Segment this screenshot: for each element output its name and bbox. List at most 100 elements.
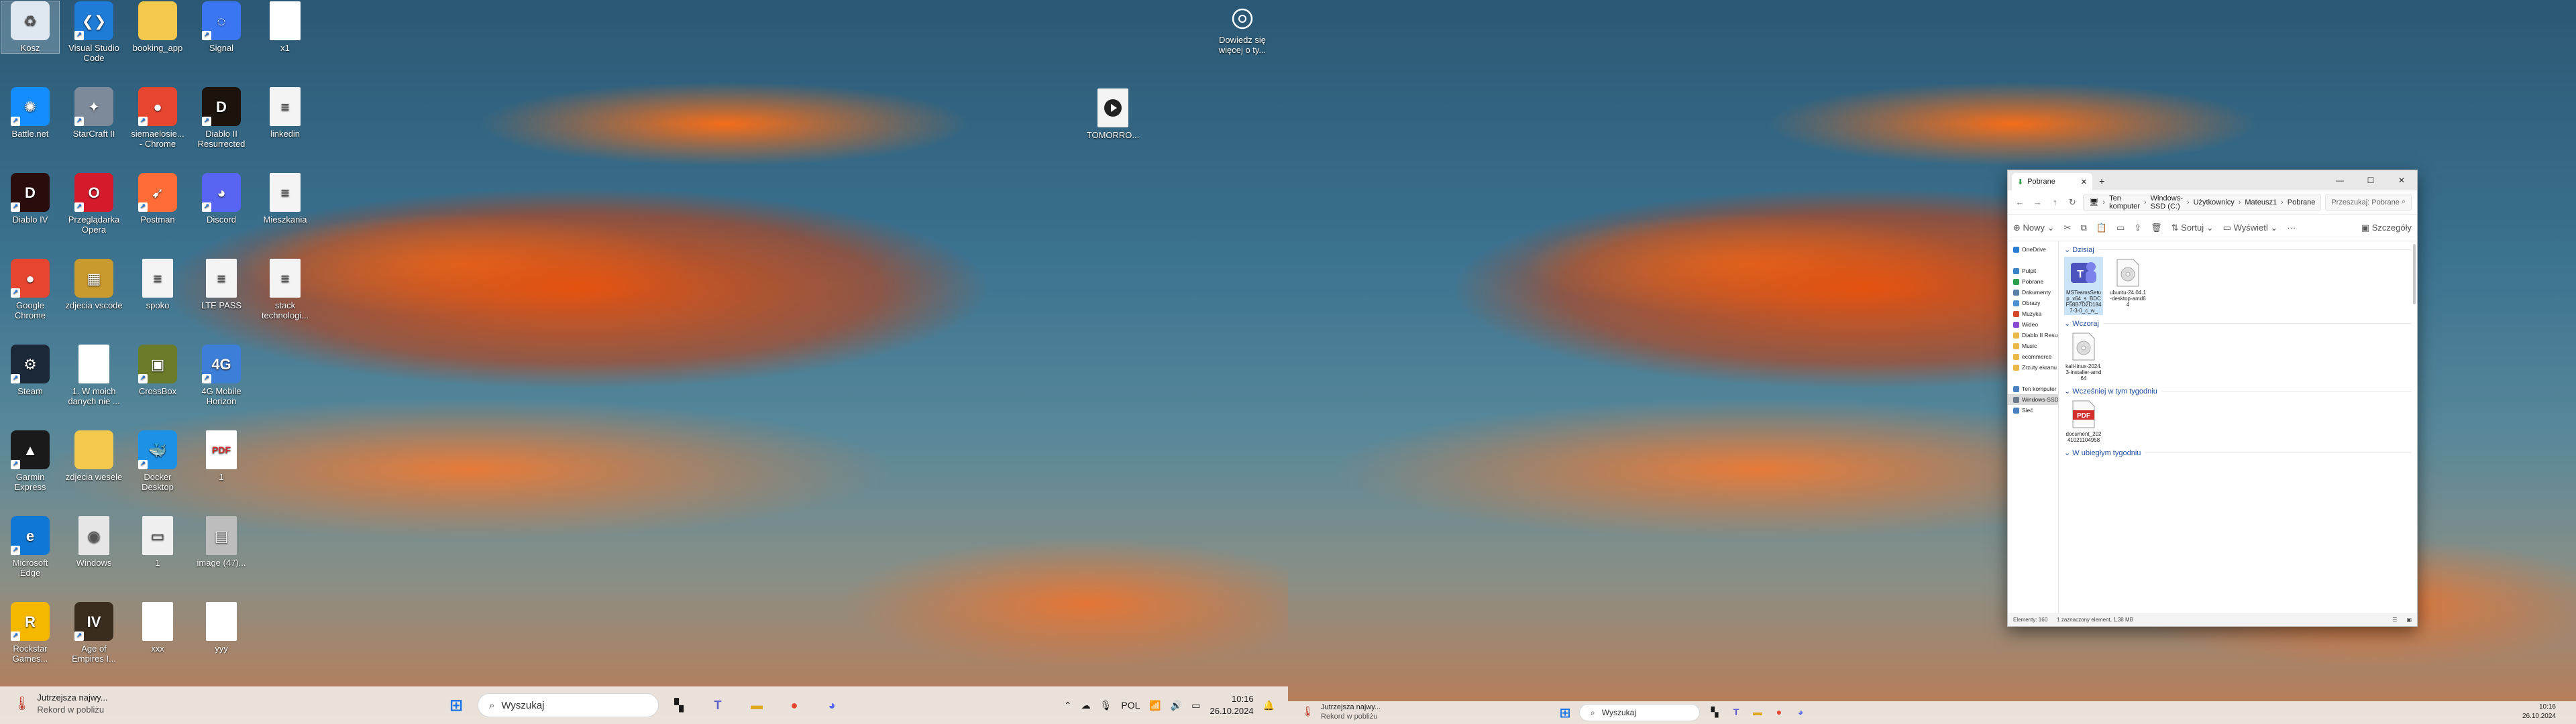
file-explorer-taskbar-button[interactable]: ▬ (745, 693, 769, 717)
discord-taskbar-button[interactable]: ◕ (1791, 703, 1810, 721)
task-view-button[interactable]: ▚ (1705, 703, 1724, 721)
file-item[interactable]: ubuntu-24.04.1-desktop-amd64 (2108, 257, 2147, 315)
desktop-icon-tomorrow[interactable]: TOMORRO... (1084, 88, 1142, 140)
desktop-icon[interactable]: ●↗siemaelosie... - Chrome (129, 87, 186, 149)
wifi-icon[interactable]: 📶 (1149, 700, 1161, 711)
scrollbar[interactable] (2413, 244, 2416, 304)
file-item[interactable]: TMSTeamsSetup_x64_s_BDCF58B7D2D1847-3-0_… (2064, 257, 2103, 315)
tile-view-icon[interactable]: ▣ (2406, 617, 2412, 623)
nav-pane-item[interactable]: ecommerce (2008, 351, 2058, 362)
nav-pane-item[interactable]: Obrazy (2008, 298, 2058, 308)
file-group-header[interactable]: ⌄ Dzisiaj (2064, 245, 2412, 254)
desktop-icon[interactable]: 1. W moich danych nie ... (65, 345, 123, 406)
desktop-icon[interactable]: xxx (129, 602, 186, 654)
notification-bell-icon[interactable]: 🔔 (1263, 700, 1275, 711)
maximize-icon[interactable]: ☐ (2355, 170, 2386, 190)
desktop-icon[interactable]: IV↗Age of Empires I... (65, 602, 123, 664)
taskbar-search-secondary[interactable]: ⌕ Wyszukaj (1579, 704, 1700, 721)
refresh-icon[interactable]: ↻ (2065, 194, 2079, 210)
breadcrumb-item[interactable]: Mateusz1 (2245, 198, 2277, 206)
cut-icon[interactable]: ✂ (2064, 223, 2072, 233)
nav-pane-item[interactable]: Windows-SSD (2008, 394, 2058, 405)
new-tab-icon[interactable]: + (2099, 176, 2104, 186)
explorer-tab[interactable]: ⬇ Pobrane ✕ (2012, 173, 2092, 190)
desktop-icon[interactable]: yyy (193, 602, 250, 654)
onedrive-icon[interactable]: ☁ (1081, 700, 1091, 711)
desktop-icon[interactable]: 🐳↗Docker Desktop (129, 430, 186, 492)
close-window-icon[interactable]: ✕ (2386, 170, 2417, 190)
desktop-icon[interactable]: ◌↗Signal (193, 1, 250, 53)
volume-icon[interactable]: 🔊 (1171, 700, 1182, 711)
breadcrumb-item[interactable]: Ten komputer (2109, 194, 2140, 210)
clock[interactable]: 10:16 26.10.2024 (1210, 693, 1253, 717)
copy-icon[interactable]: ⧉ (2080, 223, 2086, 233)
view-button[interactable]: ▭ Wyświetl ⌄ (2223, 223, 2278, 233)
desktop-icon[interactable]: ◕↗Discord (193, 173, 250, 225)
sort-button[interactable]: ⇅ Sortuj ⌄ (2171, 223, 2214, 233)
nav-pane-item[interactable]: Muzyka (2008, 308, 2058, 319)
mic-off-icon[interactable]: 🎙 (1100, 700, 1112, 711)
desktop-icon[interactable]: ❮❯↗Visual Studio Code (65, 1, 123, 63)
nav-pane-item[interactable]: Pobrane (2008, 276, 2058, 287)
desktop-icon[interactable]: O↗Przeglądarka Opera (65, 173, 123, 235)
breadcrumb[interactable]: 🖥 ›Ten komputer›Windows-SSD (C:)›Użytkow… (2083, 194, 2321, 211)
more-options-icon[interactable]: ··· (2287, 223, 2296, 233)
desktop-icon[interactable]: 4G↗4G Mobile Horizon (193, 345, 250, 406)
desktop-icon[interactable]: ≡linkedin (256, 87, 314, 139)
chrome-taskbar-button[interactable]: ● (1770, 703, 1788, 721)
file-item[interactable]: kali-linux-2024.3-installer-amd64 (2064, 330, 2103, 383)
desktop-icon[interactable]: D↗Diablo IV (1, 173, 59, 225)
chrome-taskbar-button[interactable]: ● (782, 693, 806, 717)
chevron-up-icon[interactable]: ⌃ (1064, 700, 1072, 711)
minimize-icon[interactable]: — (2324, 170, 2355, 190)
desktop-icon[interactable]: ≡stack technologi... (256, 259, 314, 320)
details-button[interactable]: ▣ Szczegóły (2361, 223, 2412, 233)
desktop-icon[interactable]: ▣↗CrossBox (129, 345, 186, 396)
desktop-icon[interactable]: ▲↗Garmin Express (1, 430, 59, 492)
file-item[interactable]: PDFdocument_20241021104958 (2064, 398, 2103, 444)
back-arrow-icon[interactable]: ← (2013, 194, 2027, 210)
desktop-icon[interactable]: ♻Kosz (1, 1, 59, 53)
file-group-header[interactable]: ⌄ Wczoraj (2064, 319, 2412, 328)
explorer-search-input[interactable]: Przeszukaj: Pobrane ⌕ (2325, 194, 2412, 211)
desktop-icon[interactable]: R↗Rockstar Games... (1, 602, 59, 664)
desktop-icon[interactable]: ➹↗Postman (129, 173, 186, 225)
taskbar-search[interactable]: ⌕ Wyszukaj (478, 693, 659, 717)
weather-widget[interactable]: 🌡 Jutrzejsza najwy... Rekord w pobliżu (13, 692, 108, 716)
nav-pane-item[interactable]: Pulpit (2008, 265, 2058, 276)
desktop-icon[interactable]: ⚙↗Steam (1, 345, 59, 396)
spotlight-widget[interactable]: Dowiedz się więcej o ty... (1212, 5, 1273, 55)
nav-pane-item[interactable]: Diablo II Resurre (2008, 330, 2058, 341)
discord-taskbar-button[interactable]: ◕ (820, 693, 844, 717)
nav-pane-item[interactable]: Ten komputer (2008, 383, 2058, 394)
desktop-icon[interactable]: ≡Mieszkania (256, 173, 314, 225)
teams-taskbar-button[interactable]: T (1727, 703, 1746, 721)
desktop-icon[interactable]: zdjecia wesele (65, 430, 123, 482)
breadcrumb-item[interactable]: Pobrane (2288, 198, 2316, 206)
new-button[interactable]: ⊕ Nowy ⌄ (2013, 223, 2055, 233)
desktop-icon[interactable]: ≡spoko (129, 259, 186, 310)
delete-icon[interactable]: 🗑 (2151, 223, 2162, 233)
up-arrow-icon[interactable]: ↑ (2048, 194, 2061, 210)
desktop-icon[interactable]: D↗Diablo II Resurrected (193, 87, 250, 149)
start-button[interactable]: ⊞ (1555, 703, 1575, 723)
desktop-icon[interactable]: ▦zdjecia vscode (65, 259, 123, 310)
file-explorer-taskbar-button[interactable]: ▬ (1748, 703, 1767, 721)
share-icon[interactable]: ⇪ (2134, 223, 2141, 233)
breadcrumb-item[interactable]: Windows-SSD (C:) (2151, 194, 2183, 210)
weather-widget-secondary[interactable]: 🌡 Jutrzejsza najwy... Rekord w pobliżu (1301, 703, 1381, 721)
clock[interactable]: 10:16 26.10.2024 (2522, 703, 2556, 721)
nav-pane-item[interactable]: OneDrive (2008, 244, 2058, 255)
nav-pane-item[interactable]: Music (2008, 341, 2058, 351)
desktop-icon[interactable]: ✺↗Battle.net (1, 87, 59, 139)
desktop-icon[interactable]: ▤image (47)... (193, 516, 250, 568)
list-view-icon[interactable]: ☰ (2392, 617, 2397, 623)
desktop-icon[interactable]: ✦↗StarCraft II (65, 87, 123, 139)
desktop-icon[interactable]: ▭1 (129, 516, 186, 568)
desktop-icon[interactable]: ≡LTE PASS (193, 259, 250, 310)
close-tab-icon[interactable]: ✕ (2081, 178, 2087, 186)
start-button[interactable]: ⊞ (444, 693, 468, 717)
forward-arrow-icon[interactable]: → (2031, 194, 2044, 210)
file-group-header[interactable]: ⌄ W ubiegłym tygodniu (2064, 448, 2412, 457)
desktop-icon[interactable]: ◉Windows (65, 516, 123, 568)
